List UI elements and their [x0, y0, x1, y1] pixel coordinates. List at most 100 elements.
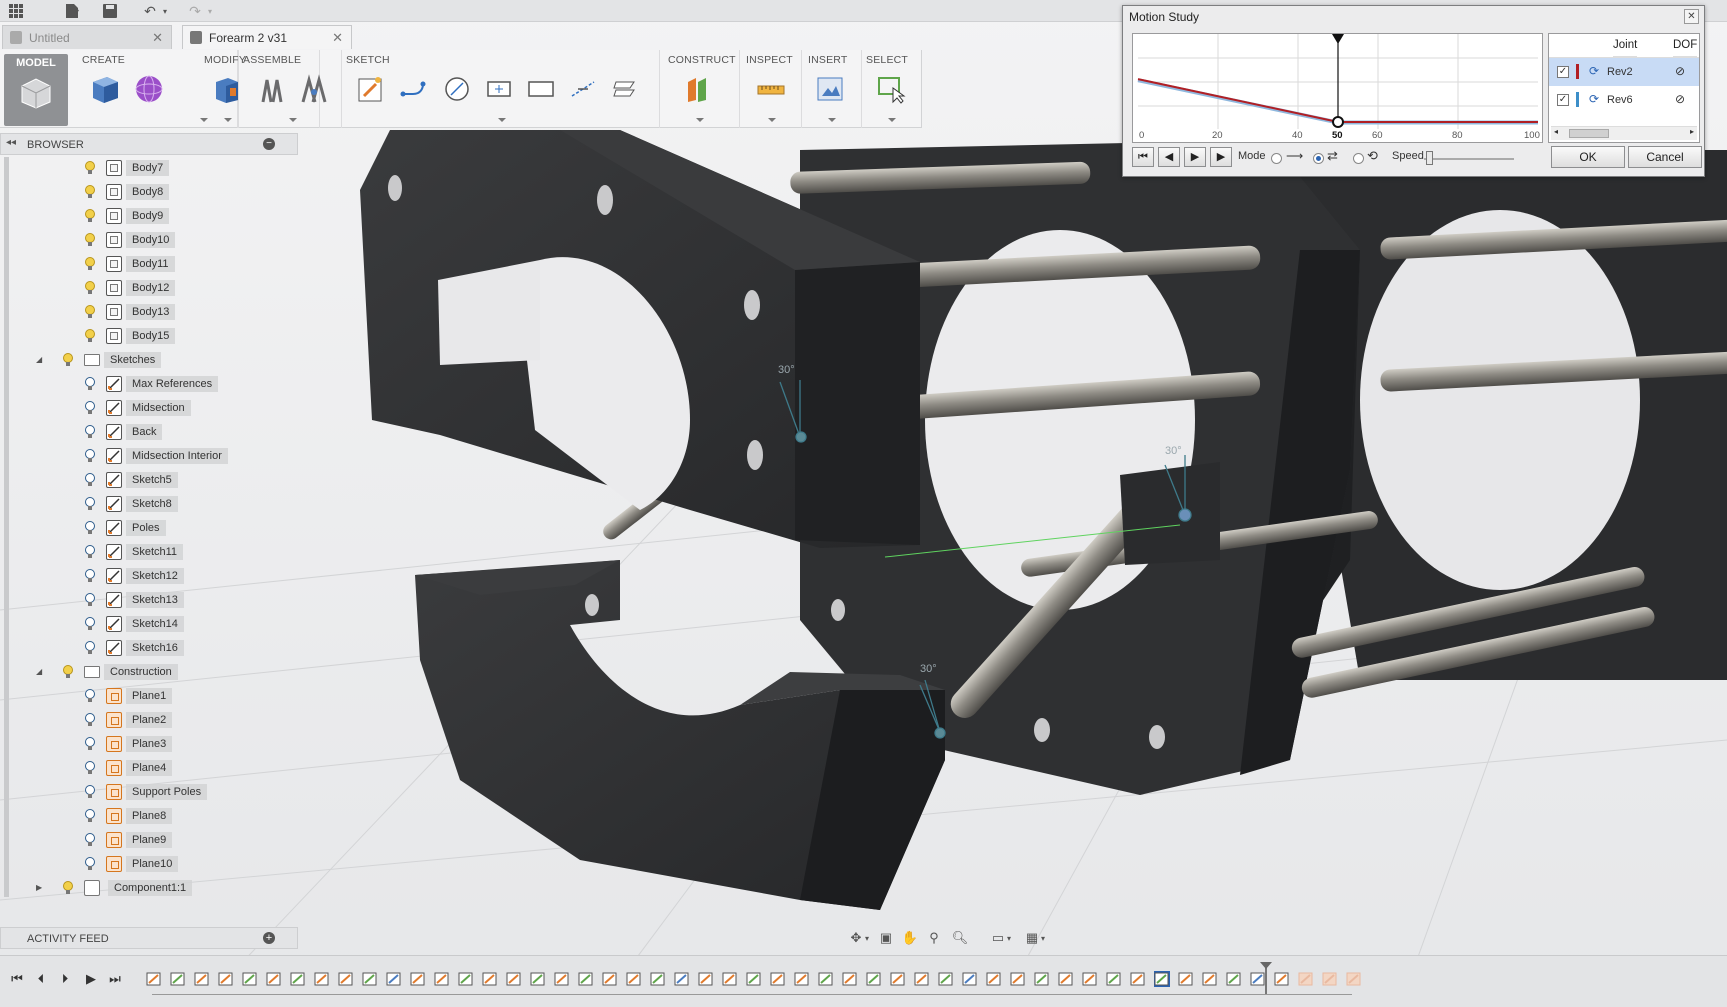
- timeline-feature-icon[interactable]: [266, 971, 282, 987]
- timeline-feature-icon[interactable]: [842, 971, 858, 987]
- visibility-bulb-icon[interactable]: [84, 497, 96, 511]
- visibility-bulb-icon[interactable]: [84, 569, 96, 583]
- visibility-bulb-icon[interactable]: [84, 329, 96, 343]
- browser-item-sketch[interactable]: Sketch16: [0, 637, 298, 659]
- ok-button[interactable]: OK: [1551, 146, 1625, 168]
- chevron-down-icon[interactable]: ▾: [160, 2, 170, 20]
- step-forward-button[interactable]: ▶: [1210, 147, 1232, 167]
- joint-checkbox[interactable]: ✓: [1557, 66, 1569, 78]
- grid-menu-icon[interactable]: [6, 2, 26, 20]
- browser-item-plane[interactable]: Plane8: [0, 805, 298, 827]
- timeline-feature-icon[interactable]: [866, 971, 882, 987]
- trim-icon[interactable]: [566, 72, 600, 106]
- timeline-feature-icon[interactable]: [1202, 971, 1218, 987]
- joint-icon[interactable]: [255, 72, 289, 106]
- chevron-down-icon[interactable]: ▾: [72, 2, 82, 20]
- timeline-feature-icon[interactable]: [578, 971, 594, 987]
- timeline-feature-icon[interactable]: [146, 971, 162, 987]
- browser-item-sketch[interactable]: Midsection Interior: [0, 445, 298, 467]
- chevron-down-icon[interactable]: ▾: [862, 929, 872, 947]
- browser-item-component[interactable]: ▶ Component1:1: [0, 877, 298, 899]
- mode-once-radio[interactable]: [1271, 153, 1282, 164]
- close-icon[interactable]: ✕: [332, 30, 343, 46]
- visibility-bulb-icon[interactable]: [84, 641, 96, 655]
- timeline-feature-icon[interactable]: [914, 971, 930, 987]
- browser-item-body[interactable]: Body11: [0, 253, 298, 275]
- save-icon[interactable]: [100, 2, 120, 20]
- timeline-feature-icon[interactable]: [986, 971, 1002, 987]
- timeline-feature-icon[interactable]: [1010, 971, 1026, 987]
- visibility-bulb-icon[interactable]: [84, 785, 96, 799]
- timeline-feature-icon[interactable]: [194, 971, 210, 987]
- visibility-bulb-icon[interactable]: [84, 737, 96, 751]
- visibility-bulb-icon[interactable]: [84, 377, 96, 391]
- visibility-bulb-icon[interactable]: [84, 809, 96, 823]
- timeline-feature-icon[interactable]: [506, 971, 522, 987]
- dof-icon[interactable]: ⊘: [1675, 92, 1685, 106]
- visibility-bulb-icon[interactable]: [84, 305, 96, 319]
- timeline-feature-icon[interactable]: [1274, 971, 1290, 987]
- step-back-icon[interactable]: ⏴: [32, 970, 50, 988]
- collapse-arrow-icon[interactable]: ◢: [36, 355, 42, 364]
- horizontal-scrollbar[interactable]: ◂ ▸: [1551, 126, 1697, 140]
- timeline-feature-icon[interactable]: [1298, 971, 1314, 987]
- browser-item-sketch[interactable]: Midsection: [0, 397, 298, 419]
- tab-untitled[interactable]: Untitled ✕: [2, 25, 172, 49]
- browser-item-body[interactable]: Body10: [0, 229, 298, 251]
- line-icon[interactable]: [397, 72, 431, 106]
- browser-item-sketch[interactable]: Poles: [0, 517, 298, 539]
- visibility-bulb-icon[interactable]: [84, 161, 96, 175]
- timeline-marker-head-icon[interactable]: [1260, 962, 1272, 969]
- insert-icon[interactable]: [814, 72, 848, 106]
- speed-slider-thumb[interactable]: [1426, 151, 1433, 165]
- timeline-feature-icon[interactable]: [962, 971, 978, 987]
- timeline-feature-icon[interactable]: [170, 971, 186, 987]
- scroll-thumb[interactable]: [1569, 129, 1609, 138]
- browser-item-plane[interactable]: Plane10: [0, 853, 298, 875]
- visibility-bulb-icon[interactable]: [62, 353, 74, 367]
- close-icon[interactable]: ✕: [152, 30, 163, 46]
- timeline-feature-icon[interactable]: [530, 971, 546, 987]
- timeline-feature-icon[interactable]: [1058, 971, 1074, 987]
- joint-row[interactable]: ✓ ⟳ Rev2 ⊘: [1549, 58, 1699, 86]
- visibility-bulb-icon[interactable]: [84, 617, 96, 631]
- plane-icon[interactable]: [682, 72, 716, 106]
- timeline-feature-icon[interactable]: [818, 971, 834, 987]
- expand-icon[interactable]: +: [263, 932, 275, 944]
- timeline-feature-icon[interactable]: [410, 971, 426, 987]
- browser-item-sketch[interactable]: Sketch12: [0, 565, 298, 587]
- visibility-bulb-icon[interactable]: [84, 449, 96, 463]
- browser-item-sketch[interactable]: Sketch5: [0, 469, 298, 491]
- browser-item-plane[interactable]: Plane3: [0, 733, 298, 755]
- visibility-bulb-icon[interactable]: [84, 209, 96, 223]
- project-icon[interactable]: [608, 72, 642, 106]
- go-to-start-button[interactable]: ⏮: [1132, 147, 1154, 167]
- timeline-feature-icon[interactable]: [722, 971, 738, 987]
- browser-item-sketch[interactable]: Sketch11: [0, 541, 298, 563]
- slot-icon[interactable]: [524, 72, 558, 106]
- pin-icon[interactable]: −: [263, 138, 275, 150]
- folder-sketches[interactable]: ◢ Sketches: [0, 349, 298, 371]
- go-to-start-icon[interactable]: ⏮: [8, 970, 26, 988]
- browser-item-plane[interactable]: Plane9: [0, 829, 298, 851]
- redo-icon[interactable]: ↷: [185, 2, 205, 20]
- chevron-down-icon[interactable]: ▾: [1038, 929, 1048, 947]
- timeline-feature-icon[interactable]: [434, 971, 450, 987]
- timeline-feature-icon[interactable]: [458, 971, 474, 987]
- timeline-feature-icon[interactable]: [1226, 971, 1242, 987]
- playhead-icon[interactable]: [1332, 34, 1344, 44]
- close-icon[interactable]: ✕: [1684, 9, 1699, 24]
- browser-item-body[interactable]: Body9: [0, 205, 298, 227]
- visibility-bulb-icon[interactable]: [84, 593, 96, 607]
- timeline-feature-icon[interactable]: [650, 971, 666, 987]
- joint-checkbox[interactable]: ✓: [1557, 94, 1569, 106]
- scroll-left-icon[interactable]: ◂: [1554, 127, 1558, 136]
- visibility-bulb-icon[interactable]: [84, 521, 96, 535]
- pan-icon[interactable]: ✋: [900, 929, 920, 947]
- browser-item-plane[interactable]: Plane4: [0, 757, 298, 779]
- timeline-feature-icon[interactable]: [1322, 971, 1338, 987]
- browser-item-body[interactable]: Body12: [0, 277, 298, 299]
- step-forward-icon[interactable]: ▶: [82, 970, 100, 988]
- visibility-bulb-icon[interactable]: [84, 281, 96, 295]
- sphere-icon[interactable]: [132, 72, 166, 106]
